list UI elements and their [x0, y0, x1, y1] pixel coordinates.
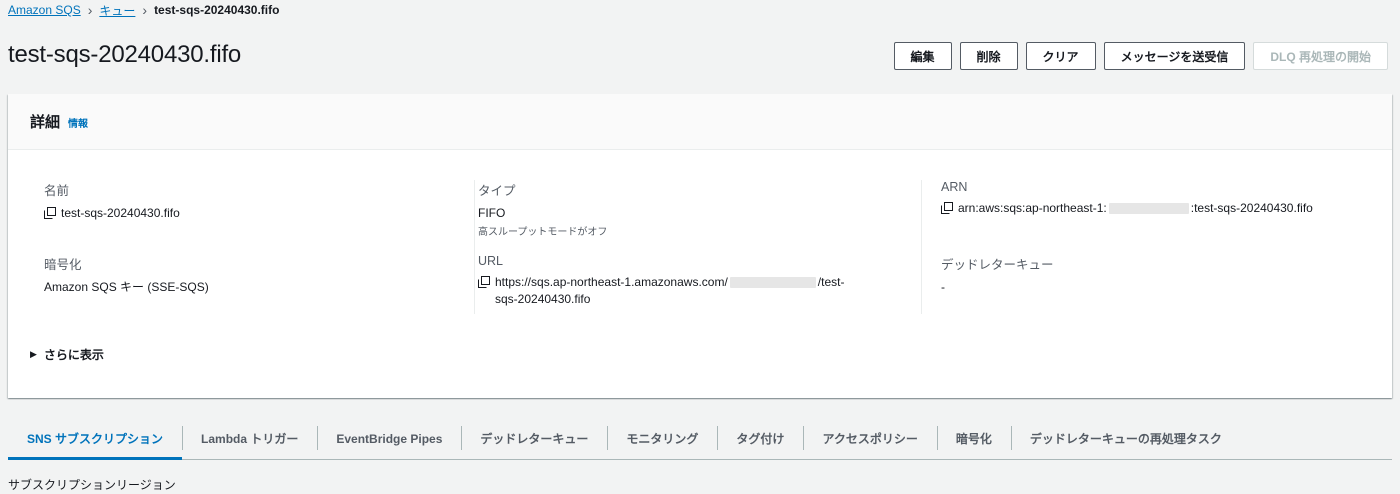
info-link[interactable]: 情報 — [68, 115, 88, 130]
subscription-region-label: サブスクリプションリージョン — [8, 478, 176, 492]
caret-right-icon: ▶ — [30, 349, 37, 359]
details-panel: 詳細 情報 名前 test-sqs-20240430.fifo タイプ FIFO… — [8, 94, 1392, 398]
copy-icon[interactable] — [478, 276, 490, 288]
type-label: タイプ — [478, 184, 516, 198]
purge-button[interactable]: クリア — [1025, 42, 1096, 70]
tab-dlq-redrive-tasks[interactable]: デッドレターキューの再処理タスク — [1010, 418, 1241, 459]
tab-sns-subscriptions[interactable]: SNS サブスクリプション — [8, 418, 183, 460]
arn-field: ARN arn:aws:sqs:ap-northeast-1: :test-sqs… — [941, 180, 1313, 217]
type-subtext: 高スループットモードがオフ — [478, 227, 608, 238]
delete-button[interactable]: 削除 — [959, 42, 1018, 70]
name-label: 名前 — [44, 184, 70, 198]
tab-monitoring[interactable]: モニタリング — [607, 418, 717, 459]
tab-eventbridge-pipes[interactable]: EventBridge Pipes — [317, 418, 461, 459]
encryption-label: 暗号化 — [44, 258, 82, 272]
tab-lambda-triggers[interactable]: Lambda トリガー — [182, 418, 317, 459]
tab-dead-letter-queue[interactable]: デッドレターキュー — [461, 418, 607, 459]
copy-icon[interactable] — [44, 207, 56, 219]
tab-access-policy[interactable]: アクセスポリシー — [803, 418, 936, 459]
show-more-toggle[interactable]: ▶ さらに表示 — [30, 346, 104, 363]
page-title: test-sqs-20240430.fifo — [8, 41, 242, 68]
url-label: URL — [478, 254, 504, 268]
dlq-value: - — [941, 280, 945, 294]
start-dlq-redrive-button: DLQ 再処理の開始 — [1253, 42, 1388, 70]
header-actions: 編集 削除 クリア メッセージを送受信 DLQ 再処理の開始 — [893, 42, 1388, 70]
tab-tagging[interactable]: タグ付け — [717, 418, 803, 459]
type-value: FIFO — [478, 206, 506, 220]
encryption-field: 暗号化 Amazon SQS キー (SSE-SQS) — [44, 254, 209, 296]
breadcrumb-amazon-sqs[interactable]: Amazon SQS — [8, 3, 81, 17]
dlq-label: デッドレターキュー — [941, 258, 1054, 272]
arn-label: ARN — [941, 180, 968, 194]
column-divider — [921, 180, 922, 314]
edit-button[interactable]: 編集 — [893, 42, 952, 70]
url-suffix: /test- — [817, 275, 845, 289]
tab-encryption[interactable]: 暗号化 — [936, 418, 1011, 459]
tab-bar: SNS サブスクリプション Lambda トリガー EventBridge Pi… — [8, 418, 1392, 460]
url-prefix: https://sqs.ap-northeast-1.amazonaws.com… — [495, 275, 728, 289]
send-receive-messages-button[interactable]: メッセージを送受信 — [1103, 42, 1246, 70]
url-value: https://sqs.ap-northeast-1.amazonaws.com… — [495, 274, 844, 308]
arn-suffix: :test-sqs-20240430.fifo — [1190, 201, 1313, 215]
url-line2: sqs-20240430.fifo — [495, 292, 591, 306]
breadcrumb-queues[interactable]: キュー — [99, 2, 135, 19]
chevron-right-icon: › — [87, 2, 93, 18]
redacted-account-id — [729, 277, 816, 289]
details-header: 詳細 情報 — [8, 94, 1392, 150]
breadcrumb-current: test-sqs-20240430.fifo — [154, 3, 280, 17]
show-more-label: さらに表示 — [43, 348, 104, 362]
name-field: 名前 test-sqs-20240430.fifo — [44, 180, 180, 222]
name-value: test-sqs-20240430.fifo — [61, 206, 180, 220]
details-title: 詳細 — [30, 114, 61, 131]
encryption-value: Amazon SQS キー (SSE-SQS) — [44, 280, 209, 294]
column-divider — [474, 180, 475, 314]
chevron-right-icon: › — [142, 2, 148, 18]
type-field: タイプ FIFO 高スループットモードがオフ — [478, 180, 607, 238]
copy-icon[interactable] — [941, 202, 953, 214]
url-field: URL https://sqs.ap-northeast-1.amazonaws… — [478, 254, 898, 308]
dead-letter-queue-field: デッドレターキュー - — [941, 254, 1054, 296]
arn-prefix: arn:aws:sqs:ap-northeast-1: — [958, 201, 1107, 215]
arn-value: arn:aws:sqs:ap-northeast-1: :test-sqs-202… — [958, 200, 1313, 217]
redacted-account-id — [1108, 203, 1189, 215]
breadcrumb: Amazon SQS › キュー › test-sqs-20240430.fif… — [8, 1, 279, 19]
